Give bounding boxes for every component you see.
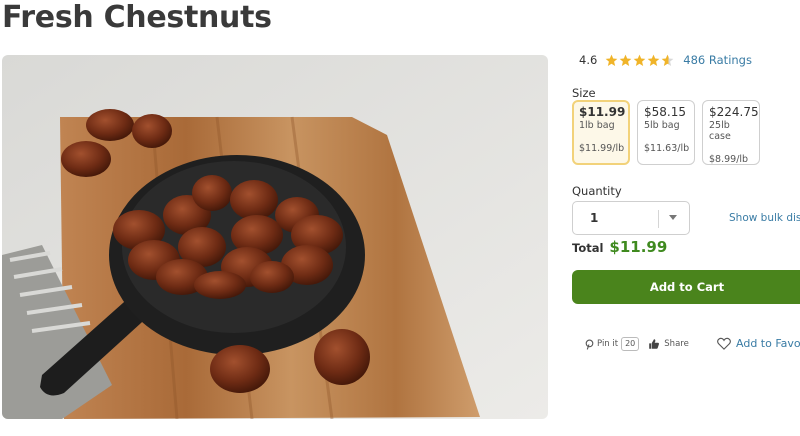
pin-count-badge: 20 [621, 337, 640, 351]
add-to-favorites[interactable]: Add to Favor [717, 337, 800, 350]
star-rating [605, 54, 675, 67]
pin-it-button[interactable]: Pin it [597, 339, 618, 349]
total-label: Total [572, 241, 604, 255]
rating-summary: 4.6 486 Ratings [579, 51, 752, 69]
add-to-cart-button[interactable]: Add to Cart [572, 270, 800, 304]
size-option-per-lb: $8.99/lb [709, 154, 749, 165]
size-options: $11.99 1lb bag $11.99/lb $58.15 5lb bag … [572, 100, 767, 165]
star-full-icon [619, 54, 632, 66]
star-full-icon [647, 54, 660, 66]
add-to-cart-label: Add to Cart [649, 280, 725, 294]
size-option-5lb[interactable]: $58.15 5lb bag $11.63/lb [637, 100, 695, 165]
size-option-unit: 1lb bag [579, 120, 615, 131]
total-value: $11.99 [609, 238, 668, 256]
quantity-value: 1 [590, 211, 599, 225]
share-button[interactable]: Share [664, 339, 689, 349]
size-option-1lb[interactable]: $11.99 1lb bag $11.99/lb [572, 100, 630, 165]
product-image[interactable] [2, 55, 548, 419]
star-full-icon [633, 54, 646, 66]
chestnuts-skillet-illustration [2, 55, 548, 419]
chevron-down-icon[interactable] [669, 215, 677, 220]
size-option-per-lb: $11.99/lb [579, 143, 625, 154]
quantity-select[interactable]: 1 [572, 201, 690, 235]
pinterest-icon[interactable] [584, 339, 595, 350]
add-to-favorites-label: Add to Favor [736, 337, 800, 350]
star-full-icon [605, 54, 618, 66]
size-option-unit: 25lb case [709, 120, 731, 142]
product-title: Fresh Chestnuts [2, 0, 272, 35]
ratings-count-link[interactable]: 486 Ratings [683, 53, 752, 67]
rating-score: 4.6 [579, 53, 598, 67]
heart-icon [717, 337, 731, 350]
size-option-per-lb: $11.63/lb [644, 143, 690, 154]
quantity-divider [658, 210, 659, 228]
size-option-price: $11.99 [579, 105, 626, 119]
social-actions: Pin it 20 Share [584, 336, 689, 352]
size-label: Size [572, 86, 596, 100]
thumbs-up-icon[interactable] [648, 338, 660, 350]
star-partial-icon [661, 54, 674, 66]
size-option-price: $58.15 [644, 105, 686, 119]
size-option-price: $224.75 [709, 105, 759, 119]
size-option-25lb[interactable]: $224.75 25lb case $8.99/lb [702, 100, 760, 165]
size-option-unit: 5lb bag [644, 120, 680, 131]
show-bulk-discounts-link[interactable]: Show bulk disco [729, 212, 800, 224]
order-total: Total $11.99 [572, 238, 667, 256]
quantity-label: Quantity [572, 184, 622, 198]
